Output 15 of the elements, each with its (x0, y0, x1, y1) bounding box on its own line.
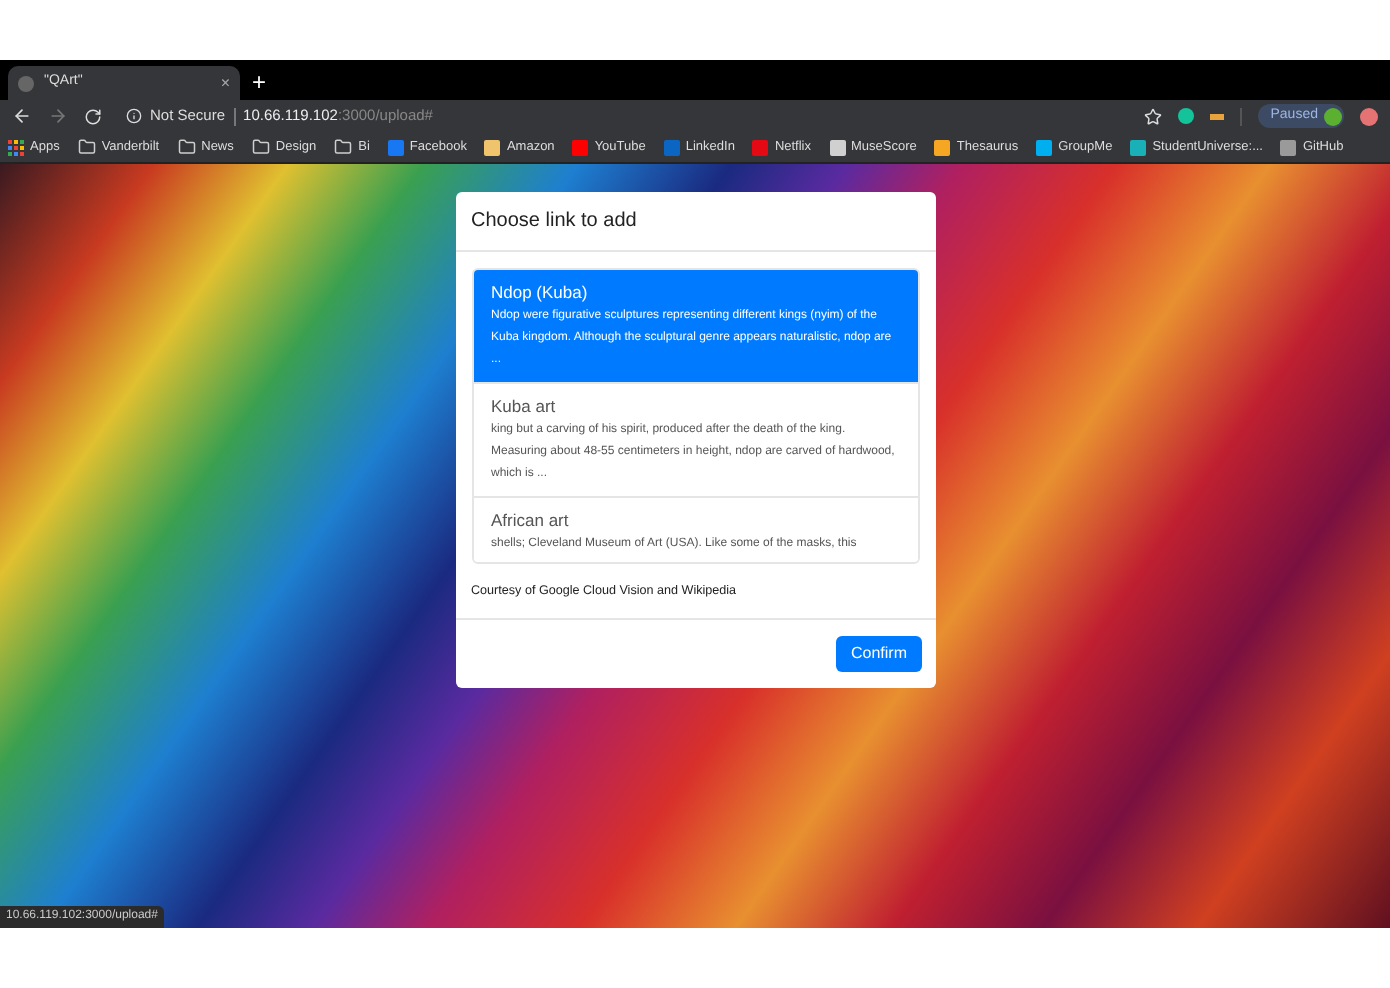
info-icon[interactable] (126, 108, 142, 124)
new-tab-button[interactable]: + (252, 70, 267, 94)
forward-icon[interactable] (48, 106, 68, 126)
bookmark-star-icon[interactable] (1144, 107, 1163, 125)
apps-grid-icon (8, 139, 24, 155)
folder-icon (334, 138, 353, 156)
folder-icon (251, 138, 270, 156)
back-icon[interactable] (12, 106, 32, 126)
folder-icon (77, 138, 96, 156)
tab-close-button[interactable]: × (220, 71, 230, 95)
folder-icon (177, 138, 196, 156)
avatar-icon (1324, 107, 1342, 125)
confirm-button[interactable]: Confirm (836, 636, 921, 672)
reload-icon[interactable] (84, 107, 102, 125)
dialog-title: Choose link to add (471, 208, 637, 236)
